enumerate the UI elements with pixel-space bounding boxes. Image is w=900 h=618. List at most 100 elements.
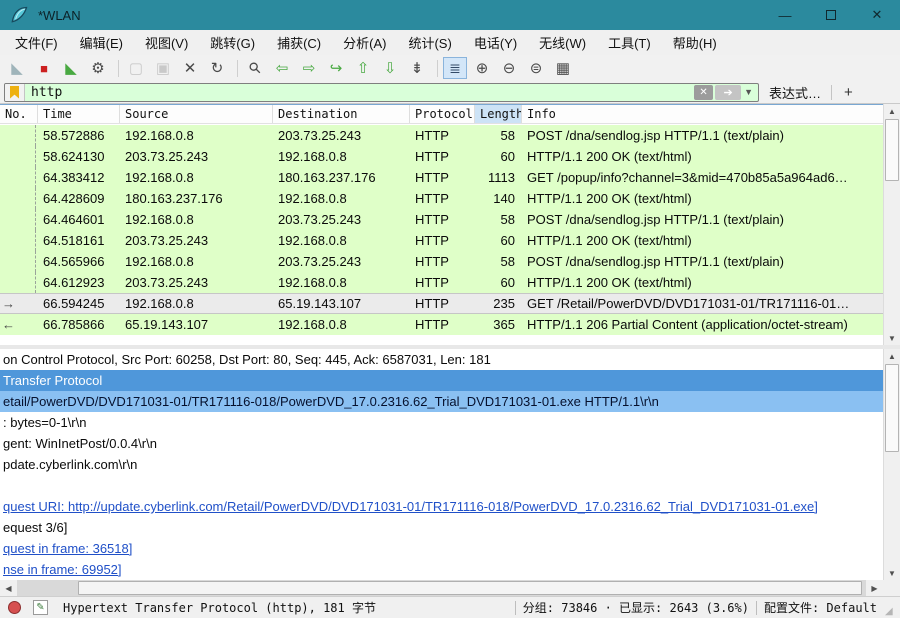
filter-clear-icon[interactable]: ✕ (694, 84, 714, 100)
filter-dropdown-icon[interactable]: ▼ (743, 87, 758, 97)
related-marker (0, 188, 38, 209)
capture-comment-icon[interactable]: ✎ (33, 600, 48, 615)
close-file-icon[interactable]: ✕ (178, 57, 202, 79)
detail-line[interactable]: etail/PowerDVD/DVD171031-01/TR171116-018… (0, 391, 883, 412)
column-header-protocol[interactable]: Protocol (410, 105, 475, 123)
details-scrollbar[interactable]: ▲ ▼ (883, 349, 900, 580)
add-filter-button[interactable]: + (832, 84, 865, 101)
scroll-up-icon[interactable]: ▲ (884, 104, 900, 118)
menu-telephony[interactable]: 电话(Y) (463, 30, 528, 55)
scroll-right-icon[interactable]: ▶ (866, 580, 883, 596)
menu-statistics[interactable]: 统计(S) (397, 30, 462, 55)
related-marker (0, 272, 38, 293)
menu-analyze[interactable]: 分析(A) (332, 30, 397, 55)
menu-edit[interactable]: 编辑(E) (69, 30, 134, 55)
protocol-cell: HTTP (415, 275, 449, 290)
capture-options-icon[interactable]: ⚙ (86, 57, 110, 79)
table-row[interactable]: 58.572886 192.168.0.8 203.73.25.243 HTTP… (0, 125, 883, 146)
menu-file[interactable]: 文件(F) (4, 30, 69, 55)
table-row[interactable]: ← 66.785866 65.19.143.107 192.168.0.8 HT… (0, 314, 883, 335)
profile-label[interactable]: 配置文件: Default (764, 599, 877, 616)
column-header-source[interactable]: Source (120, 105, 273, 123)
table-row[interactable]: 64.464601 192.168.0.8 203.73.25.243 HTTP… (0, 209, 883, 230)
detail-line[interactable]: nse in frame: 69952] (0, 559, 883, 580)
zoom-in-icon[interactable]: ⊕ (470, 57, 494, 79)
start-capture-icon[interactable]: ◣ (5, 57, 29, 79)
go-to-packet-icon[interactable]: ↪ (324, 57, 348, 79)
go-bottom-icon[interactable]: ⇟ (405, 57, 429, 79)
zoom-out-icon[interactable]: ⊖ (497, 57, 521, 79)
close-button[interactable]: ✕ (854, 0, 900, 30)
window-controls: — ✕ (762, 0, 900, 30)
go-forward-icon[interactable]: ⇨ (297, 57, 321, 79)
details-horizontal-scrollbar[interactable]: ◀ ▶ (0, 580, 883, 596)
info-cell: HTTP/1.1 200 OK (text/html) (527, 233, 692, 248)
table-row[interactable]: 64.518161 203.73.25.243 192.168.0.8 HTTP… (0, 230, 883, 251)
open-file-icon[interactable]: ▢ (124, 57, 148, 79)
zoom-reset-icon[interactable]: ⊜ (524, 57, 548, 79)
menu-tools[interactable]: 工具(T) (597, 30, 662, 55)
table-row[interactable]: 64.565966 192.168.0.8 203.73.25.243 HTTP… (0, 251, 883, 272)
time-cell: 64.612923 (43, 275, 105, 290)
scroll-down-icon[interactable]: ▼ (884, 566, 900, 580)
column-header-time[interactable]: Time (38, 105, 120, 123)
scroll-left-icon[interactable]: ◀ (0, 580, 17, 596)
detail-line[interactable]: gent: WinInetPost/0.0.4\r\n (0, 433, 883, 454)
table-row[interactable]: → 66.594245 192.168.0.8 65.19.143.107 HT… (0, 293, 883, 314)
restart-capture-icon[interactable]: ◣ (59, 57, 83, 79)
detail-line[interactable]: Transfer Protocol (0, 370, 883, 391)
menu-view[interactable]: 视图(V) (134, 30, 199, 55)
detail-line[interactable] (0, 475, 883, 496)
length-cell: 1113 (488, 170, 515, 185)
info-cell: GET /Retail/PowerDVD/DVD171031-01/TR1711… (527, 296, 850, 311)
filter-apply-icon[interactable]: ➔ (715, 84, 742, 100)
stop-capture-icon[interactable]: ■ (32, 57, 56, 79)
info-cell: POST /dna/sendlog.jsp HTTP/1.1 (text/pla… (527, 254, 784, 269)
protocol-cell: HTTP (415, 170, 449, 185)
detail-line[interactable]: quest URI: http://update.cyberlink.com/R… (0, 496, 883, 517)
column-header-length[interactable]: Length (475, 105, 522, 123)
detail-line[interactable]: quest in frame: 36518] (0, 538, 883, 559)
main-toolbar: ◣ ■ ◣ ⚙ ▢ ▣ ✕ ↻ ⚲ ⇦ ⇨ ↪ ⇧ ⇩ ⇟ ≣ ⊕ ⊖ ⊜ ▦ (0, 55, 900, 81)
reload-file-icon[interactable]: ↻ (205, 57, 229, 79)
scrollbar-thumb[interactable] (885, 119, 899, 181)
minimize-button[interactable]: — (762, 0, 808, 30)
column-header-no[interactable]: No. (0, 105, 38, 123)
menu-help[interactable]: 帮助(H) (662, 30, 728, 55)
table-row[interactable]: 64.383412 192.168.0.8 180.163.237.176 HT… (0, 167, 883, 188)
detail-line[interactable]: : bytes=0-1\r\n (0, 412, 883, 433)
scrollbar-thumb[interactable] (78, 581, 862, 595)
colorize-icon[interactable]: ≣ (443, 57, 467, 79)
menu-wireless[interactable]: 无线(W) (528, 30, 597, 55)
related-marker (0, 125, 38, 146)
resize-grip[interactable]: ◢ (885, 606, 897, 618)
find-packet-icon[interactable]: ⚲ (239, 52, 272, 85)
window-title: *WLAN (38, 7, 81, 23)
related-marker (0, 167, 38, 188)
display-filter-input[interactable] (25, 83, 695, 101)
detail-line[interactable]: equest 3/6] (0, 517, 883, 538)
menu-capture[interactable]: 捕获(C) (266, 30, 332, 55)
scrollbar-thumb[interactable] (885, 364, 899, 452)
save-file-icon[interactable]: ▣ (151, 57, 175, 79)
maximize-button[interactable] (808, 0, 854, 30)
go-down-icon[interactable]: ⇩ (378, 57, 402, 79)
column-header-info[interactable]: Info (522, 105, 883, 123)
filter-bar: ✕ ➔ ▼ 表达式… + (0, 81, 900, 104)
go-back-icon[interactable]: ⇦ (270, 57, 294, 79)
table-row[interactable]: 58.624130 203.73.25.243 192.168.0.8 HTTP… (0, 146, 883, 167)
filter-bookmark-button[interactable] (5, 83, 25, 101)
detail-line[interactable]: on Control Protocol, Src Port: 60258, Ds… (0, 349, 883, 370)
scroll-down-icon[interactable]: ▼ (884, 331, 900, 345)
packet-list-scrollbar[interactable]: ▲ ▼ (883, 104, 900, 345)
detail-line[interactable]: pdate.cyberlink.com\r\n (0, 454, 883, 475)
expert-info-icon[interactable] (8, 601, 21, 614)
column-header-destination[interactable]: Destination (273, 105, 410, 123)
expression-button[interactable]: 表达式… (759, 83, 831, 102)
table-row[interactable]: 64.612923 203.73.25.243 192.168.0.8 HTTP… (0, 272, 883, 293)
resize-columns-icon[interactable]: ▦ (551, 57, 575, 79)
go-up-icon[interactable]: ⇧ (351, 57, 375, 79)
table-row[interactable]: 64.428609 180.163.237.176 192.168.0.8 HT… (0, 188, 883, 209)
scroll-up-icon[interactable]: ▲ (884, 349, 900, 363)
time-cell: 58.624130 (43, 149, 105, 164)
